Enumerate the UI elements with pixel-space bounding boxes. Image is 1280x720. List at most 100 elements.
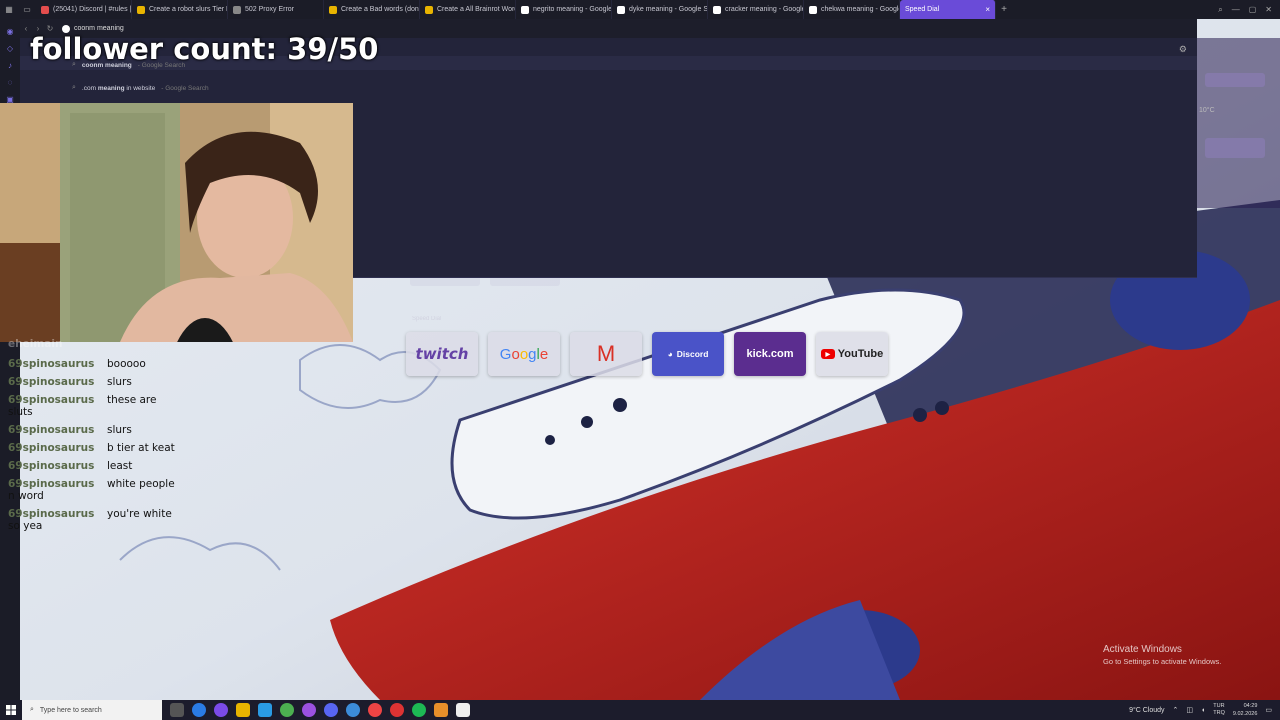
tab-label: Create a All Brainrot Word [437, 6, 516, 13]
speed-dial-twitch[interactable]: twitch [406, 332, 478, 376]
tab-favicon-icon [617, 5, 625, 14]
close-window-icon[interactable]: ✕ [1265, 5, 1272, 14]
tab-stack-icon[interactable]: ▭ [18, 0, 36, 19]
minimize-icon[interactable]: — [1232, 5, 1240, 14]
tab-label: Speed Dial [905, 6, 940, 13]
notification-icon[interactable]: ▭ [1265, 706, 1272, 714]
new-tab-button[interactable]: + [996, 4, 1012, 15]
tab-label: 502 Proxy Error [245, 6, 295, 13]
chat-username: 69spinosaurus [8, 478, 95, 490]
clock[interactable]: 04:29 9.02.2026 [1233, 702, 1257, 718]
sidebar-whatsapp-icon[interactable]: ◌ [8, 78, 13, 87]
chat-message: 69spinosaurus booooo [8, 358, 146, 370]
app-icon[interactable] [456, 703, 470, 717]
tile-label: Discord [676, 349, 709, 359]
chat-message: 69spinosaurus these are [8, 394, 156, 406]
chat-text: slurs [107, 424, 132, 436]
panel-widget[interactable] [1205, 138, 1265, 158]
suggestion-item[interactable]: ⌕ .com meaning in website - Google Searc… [72, 84, 209, 92]
speed-dial-gmail[interactable]: M [570, 332, 642, 376]
close-tab-icon[interactable]: × [985, 5, 990, 14]
search-tabs-icon[interactable]: ⌕ [1218, 5, 1222, 15]
chat-message: 69spinosaurus b tier at keat [8, 442, 175, 454]
discord-icon[interactable] [324, 703, 338, 717]
tab-favicon-icon [41, 5, 49, 14]
tab-favicon-icon [713, 5, 721, 14]
search-icon: ⌕ [30, 706, 34, 713]
tile-label: Google [499, 345, 549, 363]
chat-text: least [107, 460, 133, 472]
maximize-icon[interactable]: ▢ [1249, 5, 1257, 14]
tab-label: Create a robot slurs Tier L [149, 6, 228, 13]
chat-username: 69spinosaurus [8, 442, 95, 454]
chat-text-continued: so yea [8, 520, 43, 532]
browser-tab[interactable]: cracker meaning - Google [708, 0, 804, 19]
app-icon[interactable] [302, 703, 316, 717]
chat-text: these are [107, 394, 157, 406]
sidebar-messenger-icon[interactable]: ◇ [7, 44, 13, 53]
browser-tab[interactable]: dyke meaning - Google S [612, 0, 708, 19]
windows-start-icon[interactable] [0, 705, 22, 715]
speed-dial-discord[interactable]: ◕ Discord [652, 332, 724, 376]
clock-date: 9.02.2026 [1232, 711, 1258, 717]
tile-label: twitch [415, 345, 469, 363]
clock-time: 04:29 [1243, 703, 1258, 709]
volume-icon[interactable]: ◖ [1201, 707, 1205, 714]
chat-username: 69spinosaurus [8, 358, 95, 370]
speed-dial-youtube[interactable]: ▶ YouTube [816, 332, 888, 376]
url-input[interactable]: coonm meaning [74, 25, 124, 32]
chat-text: slurs [107, 376, 132, 388]
speed-dial-google[interactable]: Google [488, 332, 560, 376]
sidebar-home-icon[interactable]: ◉ [7, 27, 14, 36]
browser-tab[interactable]: Create a Bad words (don't [324, 0, 420, 19]
task-view-icon[interactable] [170, 703, 184, 717]
speed-dial-label: Speed Dial [412, 316, 442, 322]
chat-username: 69spinosaurus [8, 394, 95, 406]
lang-indicator[interactable]: TUR TRQ [1213, 703, 1225, 717]
network-icon[interactable]: ◫ [1186, 706, 1193, 714]
speed-dial-ghost [490, 278, 560, 286]
chat-username: 69spinosaurus [8, 508, 95, 520]
edge-icon[interactable] [258, 703, 272, 717]
settings-icon[interactable]: ⚙ [1179, 44, 1187, 55]
browser-icon[interactable] [346, 703, 360, 717]
watermark-title: Activate Windows [1103, 644, 1182, 655]
chat-message: 69spinosaurus slurs [8, 424, 132, 436]
weather-widget[interactable]: 9°C Cloudy [1129, 707, 1164, 714]
speed-dial-kick[interactable]: kick.com [734, 332, 806, 376]
chat-text-continued: n word [8, 490, 44, 502]
browser-tab[interactable]: 502 Proxy Error [228, 0, 324, 19]
window-menu-icon[interactable]: ▦ [0, 0, 18, 19]
suggestion-source: - Google Search [161, 84, 209, 92]
watermark-subtitle: Go to Settings to activate Windows. [1103, 657, 1222, 666]
gmail-icon: M [596, 341, 616, 366]
panel-widget[interactable] [1205, 73, 1265, 87]
sidebar-music-icon[interactable]: ♪ [8, 61, 12, 70]
tray-arrow-icon[interactable]: ⌃ [1173, 706, 1179, 714]
app-icon[interactable] [434, 703, 448, 717]
spotify-icon[interactable] [412, 703, 426, 717]
app-icon[interactable] [214, 703, 228, 717]
tab-label: Create a Bad words (don't [341, 6, 420, 13]
taskbar-search[interactable]: ⌕ Type here to search [22, 700, 162, 720]
browser-tab[interactable]: chekwa meaning - Google [804, 0, 900, 19]
steam-icon[interactable] [192, 703, 206, 717]
system-tray: 9°C Cloudy ⌃ ◫ ◖ TUR TRQ 04:29 9.02.2026… [1129, 700, 1272, 720]
chat-message: 69spinosaurus you're white [8, 508, 172, 520]
tab-favicon-icon [425, 5, 433, 14]
tab-speed-dial[interactable]: Speed Dial × [900, 0, 996, 19]
webcam-feed [0, 103, 353, 342]
tab-favicon-icon [521, 5, 529, 14]
browser-tab[interactable]: (25041) Discord | #rules | [36, 0, 132, 19]
vivaldi-icon[interactable] [390, 703, 404, 717]
tile-label: YouTube [837, 348, 884, 360]
right-panel: 10°C [1197, 38, 1280, 208]
file-explorer-icon[interactable] [236, 703, 250, 717]
opera-icon[interactable] [368, 703, 382, 717]
browser-tab[interactable]: negrito meaning - Google [516, 0, 612, 19]
chat-username: 69spinosaurus [8, 376, 95, 388]
browser-tab[interactable]: Create a All Brainrot Word [420, 0, 516, 19]
chat-text: booooo [107, 358, 146, 370]
browser-tab[interactable]: Create a robot slurs Tier L [132, 0, 228, 19]
chrome-icon[interactable] [280, 703, 294, 717]
